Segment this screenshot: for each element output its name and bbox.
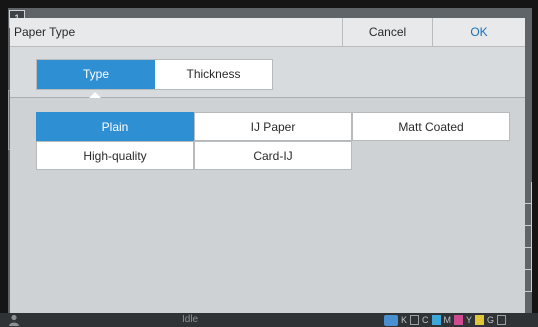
tab-thickness[interactable]: Thickness [155, 60, 272, 89]
ink-level-c [431, 315, 441, 325]
ink-label-c: C [422, 315, 429, 325]
ok-button[interactable]: OK [432, 18, 525, 47]
tab-group: Type Thickness [36, 59, 273, 90]
user-icon [9, 314, 19, 326]
tab-area: Type Thickness [10, 47, 525, 98]
dialog-header: Paper Type Cancel OK [10, 18, 525, 47]
ink-label-g: G [487, 315, 495, 325]
option-matt-coated[interactable]: Matt Coated [352, 112, 510, 141]
option-card-ij[interactable]: Card-IJ [194, 141, 352, 170]
option-plain[interactable]: Plain [36, 112, 194, 141]
paper-type-dialog: Paper Type Cancel OK Type Thickness Plai… [10, 18, 525, 314]
option-high-quality[interactable]: High-quality [36, 141, 194, 170]
tab-type[interactable]: Type [37, 60, 155, 89]
tab-pointer [89, 92, 101, 98]
ink-label-m: M [443, 315, 452, 325]
status-text: Idle [182, 314, 199, 325]
ink-level-m [454, 315, 464, 325]
status-bar: Idle K C M Y G [0, 313, 538, 327]
dialog-title: Paper Type [14, 25, 76, 39]
ink-level-y [475, 315, 485, 325]
option-ij-paper[interactable]: IJ Paper [194, 112, 352, 141]
ink-label-k: K [401, 315, 408, 325]
cancel-button[interactable]: Cancel [342, 18, 432, 47]
ink-indicators: K C M Y G [384, 314, 507, 326]
ink-label-y: Y [466, 315, 473, 325]
ink-level-g [497, 315, 507, 325]
ink-drop-icon [384, 314, 398, 326]
ink-level-k [410, 315, 420, 325]
